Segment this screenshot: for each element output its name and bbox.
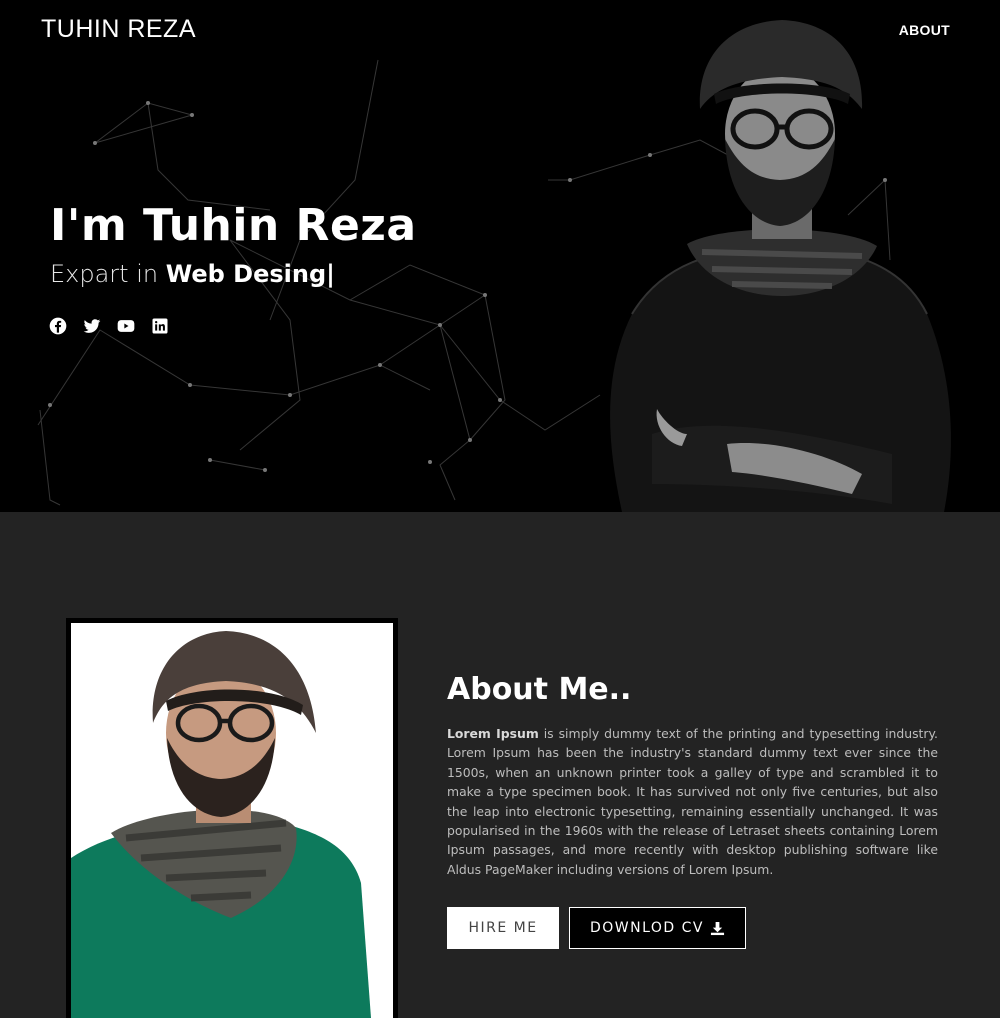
twitter-icon[interactable] bbox=[82, 316, 102, 336]
hero-title: I'm Tuhin Reza bbox=[50, 200, 417, 251]
hero-subtitle-prefix: Expart in bbox=[50, 260, 166, 288]
about-title: About Me.. bbox=[447, 672, 632, 707]
download-icon bbox=[710, 921, 725, 935]
social-links bbox=[48, 316, 170, 336]
youtube-icon[interactable] bbox=[116, 316, 136, 336]
hero-portrait bbox=[610, 20, 951, 512]
about-body: is simply dummy text of the printing and… bbox=[447, 726, 938, 877]
about-photo bbox=[71, 623, 393, 1018]
brand-logo[interactable]: TUHIN REZA bbox=[41, 15, 196, 44]
about-lead: Lorem Ipsum bbox=[447, 726, 539, 741]
hero-section bbox=[0, 0, 1000, 512]
hire-me-label: HIRE ME bbox=[468, 920, 538, 936]
hero-subtitle: Expart in Web Desing| bbox=[50, 260, 335, 288]
nav-link-about[interactable]: ABOUT bbox=[899, 22, 950, 38]
download-cv-label: DOWNLOD CV bbox=[589, 920, 705, 936]
linkedin-icon[interactable] bbox=[150, 316, 170, 336]
about-portrait bbox=[71, 631, 371, 1018]
download-cv-button[interactable]: DOWNLOD CV bbox=[569, 907, 746, 949]
about-description: Lorem Ipsum is simply dummy text of the … bbox=[447, 724, 938, 879]
about-photo-frame bbox=[66, 618, 398, 1018]
hero-subtitle-typed: Web Desing| bbox=[165, 260, 335, 288]
hire-me-button[interactable]: HIRE ME bbox=[447, 907, 559, 949]
facebook-icon[interactable] bbox=[48, 316, 68, 336]
